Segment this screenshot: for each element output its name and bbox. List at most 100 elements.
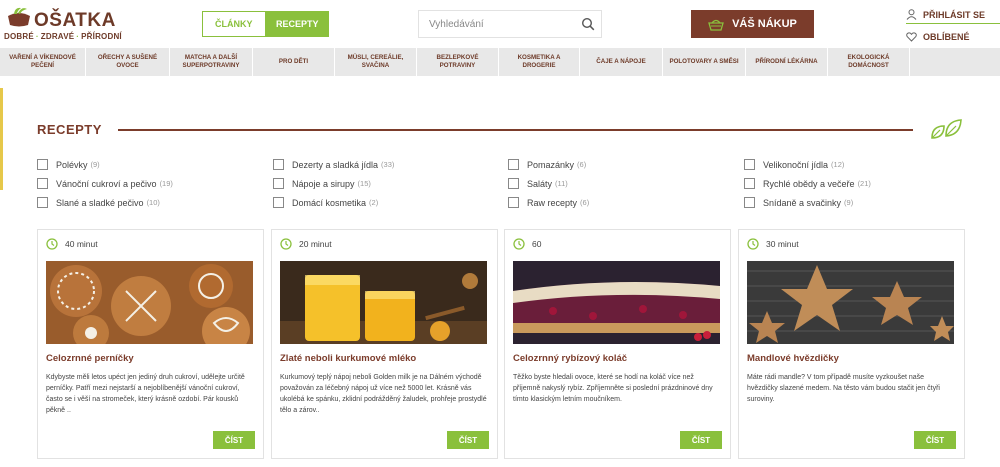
category-nav: VAŘENÍ A VÍKENDOVÉ PEČENÍ OŘECHY A SUŠEN… [0,48,1000,76]
filter-item[interactable]: Velikonoční jídla (12) [744,155,974,174]
filter-item[interactable]: Raw recepty (6) [508,193,738,212]
checkbox[interactable] [37,197,48,208]
nav-item-orechy[interactable]: OŘECHY A SUŠENÉ OVOCE [86,48,170,76]
logo-tagline-2: ZDRAVÉ [40,32,75,41]
login-label: PŘIHLÁSIT SE [923,9,986,20]
nav-item-kosmetika[interactable]: KOSMETIKA A DROGERIE [499,48,580,76]
filter-item[interactable]: Rychlé obědy a večeře (21) [744,174,974,193]
filter-count: (11) [555,179,568,188]
checkbox[interactable] [273,178,284,189]
basket-icon [708,19,724,31]
filter-count: (19) [159,179,173,188]
filter-count: (33) [381,160,395,169]
content-type-toggle: ČLÁNKY RECEPTY [202,11,329,37]
filter-item[interactable]: Nápoje a sirupy (15) [273,174,503,193]
user-icon [906,9,917,20]
cook-time: 60 [513,238,541,250]
filter-item[interactable]: Domácí kosmetika (2) [273,193,503,212]
recipe-card[interactable]: 30 minut Mandlové hvězdičky Máte rádi ma… [738,229,965,459]
cook-time: 40 minut [46,238,98,250]
nav-item-lekarna[interactable]: PŘÍRODNÍ LÉKÁRNA [746,48,828,76]
login-link[interactable]: PŘIHLÁSIT SE [906,7,1000,24]
search-input[interactable] [419,11,579,37]
section-divider [118,129,913,131]
heart-icon [906,31,917,42]
filter-count: (9) [844,198,854,207]
nav-item-musli[interactable]: MÜSLI, CEREÁLIE, SVAČINA [335,48,417,76]
filter-label: Saláty [527,178,553,189]
favorites-label: OBLÍBENÉ [923,31,970,42]
filter-count: (12) [831,160,845,169]
checkbox[interactable] [37,178,48,189]
clock-icon [280,238,292,250]
recipe-card[interactable]: 20 minut Zlaté neboli kurkumové mléko Ku… [271,229,498,459]
read-button[interactable]: ČÍST [680,431,722,449]
filter-item[interactable]: Vánoční cukroví a pečivo (19) [37,174,267,193]
nav-item-pro-deti[interactable]: PRO DĚTI [253,48,335,76]
checkbox[interactable] [37,159,48,170]
filter-count: (2) [369,198,379,207]
read-button[interactable]: ČÍST [447,431,489,449]
tab-clanky[interactable]: ČLÁNKY [202,11,266,37]
checkbox[interactable] [273,197,284,208]
recipe-image-almond-stars[interactable] [747,261,954,344]
filter-count: (9) [90,160,100,169]
nav-item-caje[interactable]: ČAJE A NÁPOJE [580,48,663,76]
cart-button[interactable]: VÁŠ NÁKUP [691,10,814,38]
recipe-excerpt: Těžko byste hledali ovoce, které se hodí… [513,374,713,403]
filter-label: Pomazánky [527,159,575,170]
checkbox[interactable] [744,159,755,170]
section-heading: RECEPTY [37,118,967,142]
recipe-image-currant-cake[interactable] [513,261,720,344]
filter-label: Vánoční cukroví a pečivo [56,178,157,189]
recipe-excerpt: Kdybyste měli letos upéct jen jediný dru… [46,374,245,414]
nav-item-ekologicka[interactable]: EKOLOGICKÁ DOMÁCNOST [828,48,910,76]
clock-icon [513,238,525,250]
clock-icon [747,238,759,250]
filter-label: Velikonoční jídla [763,159,829,170]
recipe-image-golden-milk[interactable] [280,261,487,344]
filter-label: Polévky [56,159,88,170]
recipe-title[interactable]: Mandlové hvězdičky [747,353,839,364]
filter-item[interactable]: Snídaně a svačinky (9) [744,193,974,212]
checkbox[interactable] [273,159,284,170]
logo-tagline: DOBRÉ · ZDRAVÉ · PŘÍRODNÍ [4,32,122,41]
filter-item[interactable]: Dezerty a sladká jídla (33) [273,155,503,174]
filter-item[interactable]: Slané a sladké pečivo (10) [37,193,267,212]
checkbox[interactable] [508,178,519,189]
filter-item[interactable]: Polévky (9) [37,155,267,174]
read-button[interactable]: ČÍST [213,431,255,449]
tab-recepty[interactable]: RECEPTY [265,11,329,37]
filter-label: Rychlé obědy a večeře [763,178,855,189]
checkbox[interactable] [744,178,755,189]
logo-tagline-1: DOBRÉ [4,32,34,41]
cook-time: 20 minut [280,238,332,250]
logo[interactable]: OŠATKA DOBRÉ · ZDRAVÉ · PŘÍRODNÍ [4,4,122,44]
filter-column: Dezerty a sladká jídla (33) Nápoje a siru… [273,155,503,212]
checkbox[interactable] [508,197,519,208]
nav-item-bezlepkove[interactable]: BEZLEPKOVÉ POTRAVINY [417,48,499,76]
filter-label: Nápoje a sirupy [292,178,355,189]
recipe-title[interactable]: Zlaté neboli kurkumové mléko [280,353,416,364]
cook-time-label: 30 minut [766,239,799,249]
recipe-title[interactable]: Celozrnný rybízový koláč [513,353,627,364]
read-button[interactable]: ČÍST [914,431,956,449]
nav-item-matcha[interactable]: MATCHA A DALŠÍ SUPERPOTRAVINY [170,48,253,76]
search-icon[interactable] [581,17,595,31]
filter-count: (6) [577,160,587,169]
filter-item[interactable]: Pomazánky (6) [508,155,738,174]
recipe-title[interactable]: Celozrnné perníčky [46,353,134,364]
nav-item-polotovary[interactable]: POLOTOVARY A SMĚSI [663,48,746,76]
favorites-link[interactable]: OBLÍBENÉ [906,28,1000,45]
recipe-card[interactable]: 40 minut Celozrnné perníčky Kdybyste měl… [37,229,264,459]
filter-label: Domácí kosmetika [292,197,367,208]
filter-label: Snídaně a svačinky [763,197,842,208]
cook-time-label: 20 minut [299,239,332,249]
recipe-image-gingerbread[interactable] [46,261,253,344]
checkbox[interactable] [744,197,755,208]
nav-item-vareni[interactable]: VAŘENÍ A VÍKENDOVÉ PEČENÍ [0,48,86,76]
checkbox[interactable] [508,159,519,170]
filter-item[interactable]: Saláty (11) [508,174,738,193]
leaves-icon [931,119,962,139]
recipe-card[interactable]: 60 Celozrnný rybízový koláč Těžko byste … [504,229,731,459]
